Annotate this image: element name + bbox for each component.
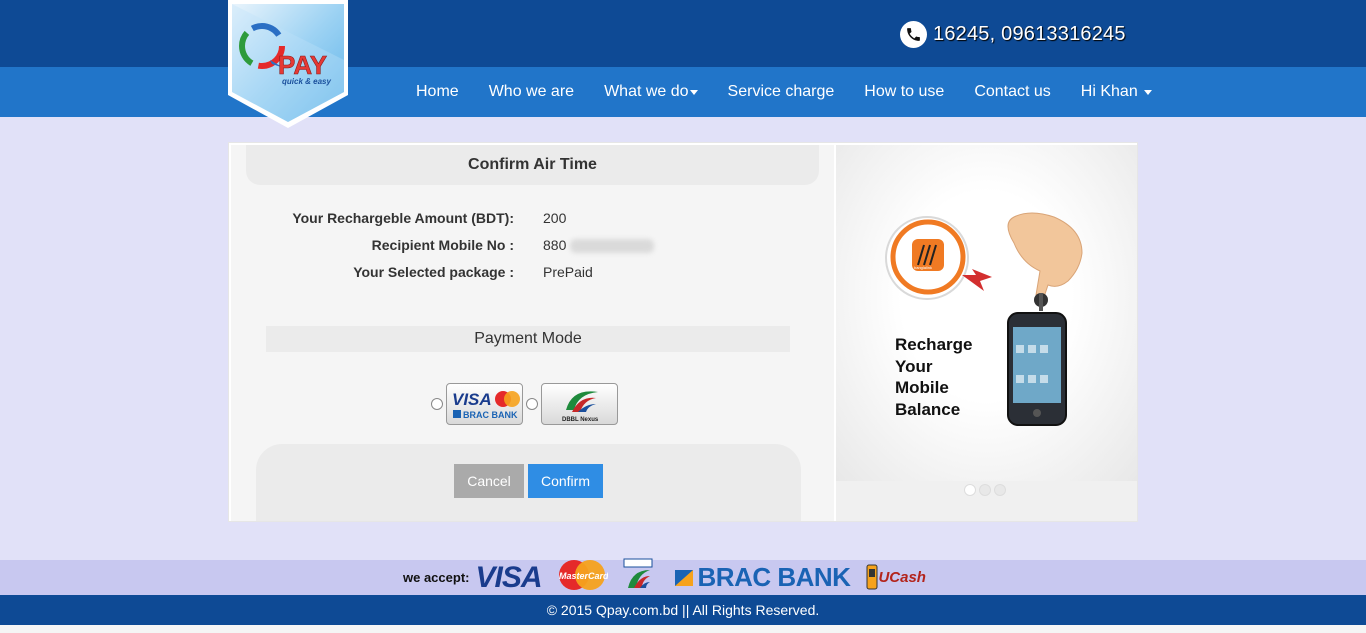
qpay-logo[interactable]: PAY quick & easy (228, 0, 348, 130)
amount-value: 200 (543, 210, 567, 226)
svg-text:banglalink: banglalink (914, 265, 932, 270)
phone-contact: 16245, 09613316245 (900, 20, 1126, 48)
phone-icon (900, 20, 927, 48)
payment-options: VISA BRAC BANK DBBL Nexus (431, 382, 621, 426)
package-label: Your Selected package : (353, 264, 514, 280)
brac-bank-logo: BRAC BANK (674, 562, 857, 593)
nav-service-charge[interactable]: Service charge (713, 83, 850, 101)
bottom-strip (0, 625, 1366, 633)
action-area: Cancel Confirm (256, 444, 801, 521)
promo-carousel: banglalink Recharge Your Mobile Balance (836, 145, 1137, 521)
dbbl-nexus-card[interactable]: DBBL Nexus (541, 383, 618, 425)
svg-text:VISA: VISA (452, 390, 492, 409)
caret-down-icon (689, 89, 698, 95)
logo-text: PAY (278, 50, 327, 80)
radio-visa-brac[interactable] (431, 398, 443, 410)
main-content: Confirm Air Time Your Rechargeble Amount… (228, 142, 1138, 522)
amount-row: Your Rechargeble Amount (BDT): 200 (231, 210, 834, 230)
logo-tagline: quick & easy (282, 77, 331, 86)
nav-who-we-are[interactable]: Who we are (474, 83, 589, 101)
package-row: Your Selected package : PrePaid (231, 264, 834, 284)
nav-contact-us[interactable]: Contact us (959, 83, 1065, 101)
copyright-text: © 2015 Qpay.com.bd || All Rights Reserve… (546, 602, 820, 618)
svg-text:MasterCard: MasterCard (559, 571, 608, 581)
footer: © 2015 Qpay.com.bd || All Rights Reserve… (0, 595, 1366, 625)
caret-down-icon (1143, 89, 1152, 95)
nav-home[interactable]: Home (401, 83, 474, 101)
accepted-payments-bar: we accept: VISA MasterCard BRAC BANK UCa… (0, 558, 1366, 597)
mobile-label: Recipient Mobile No : (371, 237, 514, 253)
svg-text:DBBL Nexus: DBBL Nexus (562, 417, 599, 423)
we-accept-label: we accept: (403, 570, 470, 585)
carousel-dot-2[interactable] (979, 484, 991, 496)
cancel-button[interactable]: Cancel (454, 464, 524, 498)
promo-banner: banglalink Recharge Your Mobile Balance (836, 145, 1137, 481)
accepted-logos: we accept: VISA MasterCard BRAC BANK UCa… (403, 558, 926, 597)
carousel-dots (964, 484, 1006, 496)
visa-logo: VISA (475, 560, 542, 594)
mastercard-logo: MasterCard (556, 558, 609, 597)
svg-text:BRAC BANK: BRAC BANK (463, 410, 518, 420)
blurred-number (570, 239, 655, 254)
confirm-button[interactable]: Confirm (528, 464, 603, 498)
mobile-value-wrap: 880 (543, 237, 655, 254)
dbbl-logo (622, 558, 654, 597)
carousel-dot-3[interactable] (994, 484, 1006, 496)
phone-numbers: 16245, 09613316245 (933, 22, 1126, 45)
nav-how-to-use[interactable]: How to use (849, 83, 959, 101)
confirm-title: Confirm Air Time (246, 145, 819, 185)
mobile-row: Recipient Mobile No : 880 (231, 237, 834, 257)
main-navbar: Home Who we are What we do Service charg… (0, 67, 1366, 117)
nav-user-menu[interactable]: Hi Khan (1066, 83, 1167, 101)
ucash-logo: UCash (866, 563, 926, 593)
mobile-value: 880 (543, 237, 567, 253)
nav-what-we-do[interactable]: What we do (589, 83, 712, 101)
carousel-dot-1[interactable] (964, 484, 976, 496)
package-value: PrePaid (543, 264, 593, 280)
top-header: 16245, 09613316245 (0, 0, 1366, 67)
payment-mode-heading: Payment Mode (266, 326, 790, 352)
amount-label: Your Rechargeble Amount (BDT): (292, 210, 514, 226)
confirm-panel: Confirm Air Time Your Rechargeble Amount… (231, 145, 834, 521)
visa-brac-card[interactable]: VISA BRAC BANK (446, 383, 523, 425)
banner-headline: Recharge Your Mobile Balance (895, 335, 973, 419)
nav-menu: Home Who we are What we do Service charg… (401, 67, 1167, 117)
radio-dbbl[interactable] (526, 398, 538, 410)
